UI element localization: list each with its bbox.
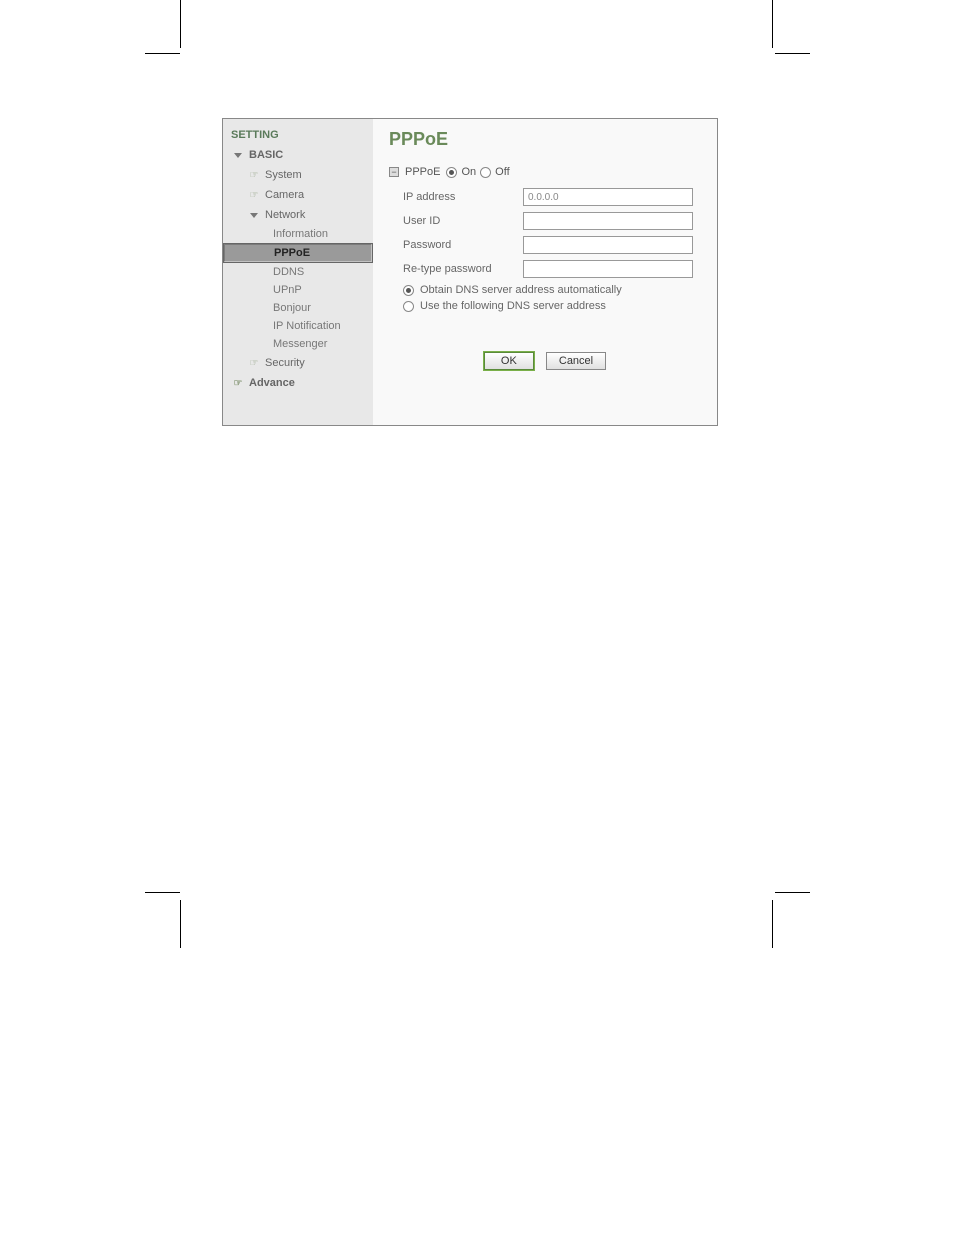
password-input[interactable] bbox=[523, 236, 693, 254]
dns-auto-radio[interactable] bbox=[403, 285, 414, 296]
sidebar-item-label: Bonjour bbox=[273, 302, 311, 314]
pppoe-toggle-row: − PPPoE On Off bbox=[389, 166, 701, 178]
sidebar-item-label: PPPoE bbox=[274, 247, 310, 259]
sidebar-item-camera[interactable]: ☞ Camera bbox=[223, 185, 373, 205]
hand-icon: ☞ bbox=[247, 188, 261, 202]
ip-address-label: IP address bbox=[403, 191, 523, 203]
sidebar-item-label: Network bbox=[265, 209, 305, 221]
dns-manual-label: Use the following DNS server address bbox=[420, 300, 606, 312]
sidebar-item-label: Security bbox=[265, 357, 305, 369]
content-area: PPPoE − PPPoE On Off IP address User ID … bbox=[373, 119, 717, 425]
dns-auto-row[interactable]: Obtain DNS server address automatically bbox=[389, 284, 701, 296]
sidebar-item-label: System bbox=[265, 169, 302, 181]
retype-label: Re-type password bbox=[403, 263, 523, 275]
sidebar-item-system[interactable]: ☞ System bbox=[223, 165, 373, 185]
sidebar-item-label: UPnP bbox=[273, 284, 302, 296]
sidebar-item-label: DDNS bbox=[273, 266, 304, 278]
on-label: On bbox=[461, 166, 476, 178]
sidebar-item-label: IP Notification bbox=[273, 320, 341, 332]
sidebar-header: SETTING bbox=[223, 125, 373, 145]
sidebar-item-label: Camera bbox=[265, 189, 304, 201]
password-row: Password bbox=[389, 236, 701, 254]
sidebar-item-label: Information bbox=[273, 228, 328, 240]
sidebar-item-bonjour[interactable]: Bonjour bbox=[223, 299, 373, 317]
sidebar-item-network[interactable]: Network bbox=[223, 205, 373, 225]
hand-icon: ☞ bbox=[247, 356, 261, 370]
dns-manual-radio[interactable] bbox=[403, 301, 414, 312]
ip-address-row: IP address bbox=[389, 188, 701, 206]
sidebar-item-upnp[interactable]: UPnP bbox=[223, 281, 373, 299]
chevron-down-icon bbox=[247, 208, 261, 222]
sidebar-item-information[interactable]: Information bbox=[223, 225, 373, 243]
sidebar-item-label: BASIC bbox=[249, 149, 283, 161]
chevron-down-icon bbox=[231, 148, 245, 162]
sidebar-item-advance[interactable]: ☞ Advance bbox=[223, 373, 373, 393]
button-row: OK Cancel bbox=[389, 352, 701, 370]
ok-button[interactable]: OK bbox=[484, 352, 534, 370]
dns-manual-row[interactable]: Use the following DNS server address bbox=[389, 300, 701, 312]
cancel-button[interactable]: Cancel bbox=[546, 352, 606, 370]
userid-label: User ID bbox=[403, 215, 523, 227]
retype-row: Re-type password bbox=[389, 260, 701, 278]
sidebar-tree: BASIC ☞ System ☞ Camera Network Information PPP… bbox=[223, 145, 373, 393]
pppoe-on-radio[interactable] bbox=[446, 167, 457, 178]
sidebar-item-security[interactable]: ☞ Security bbox=[223, 353, 373, 373]
sidebar-item-label: Messenger bbox=[273, 338, 327, 350]
collapse-icon[interactable]: − bbox=[389, 167, 399, 177]
section-label: PPPoE bbox=[405, 166, 440, 178]
ip-address-input[interactable] bbox=[523, 188, 693, 206]
off-label: Off bbox=[495, 166, 509, 178]
sidebar-item-basic[interactable]: BASIC bbox=[223, 145, 373, 165]
dns-auto-label: Obtain DNS server address automatically bbox=[420, 284, 622, 296]
userid-row: User ID bbox=[389, 212, 701, 230]
sidebar-item-ip-notification[interactable]: IP Notification bbox=[223, 317, 373, 335]
hand-icon: ☞ bbox=[247, 168, 261, 182]
hand-icon: ☞ bbox=[231, 376, 245, 390]
pppoe-off-radio[interactable] bbox=[480, 167, 491, 178]
sidebar-item-pppoe[interactable]: PPPoE bbox=[223, 243, 373, 263]
page-title: PPPoE bbox=[389, 129, 701, 150]
password-label: Password bbox=[403, 239, 523, 251]
userid-input[interactable] bbox=[523, 212, 693, 230]
settings-panel: SETTING BASIC ☞ System ☞ Camera Network Inform… bbox=[222, 118, 718, 426]
sidebar-item-ddns[interactable]: DDNS bbox=[223, 263, 373, 281]
retype-input[interactable] bbox=[523, 260, 693, 278]
sidebar-item-label: Advance bbox=[249, 377, 295, 389]
sidebar: SETTING BASIC ☞ System ☞ Camera Network Inform… bbox=[223, 119, 373, 425]
sidebar-item-messenger[interactable]: Messenger bbox=[223, 335, 373, 353]
